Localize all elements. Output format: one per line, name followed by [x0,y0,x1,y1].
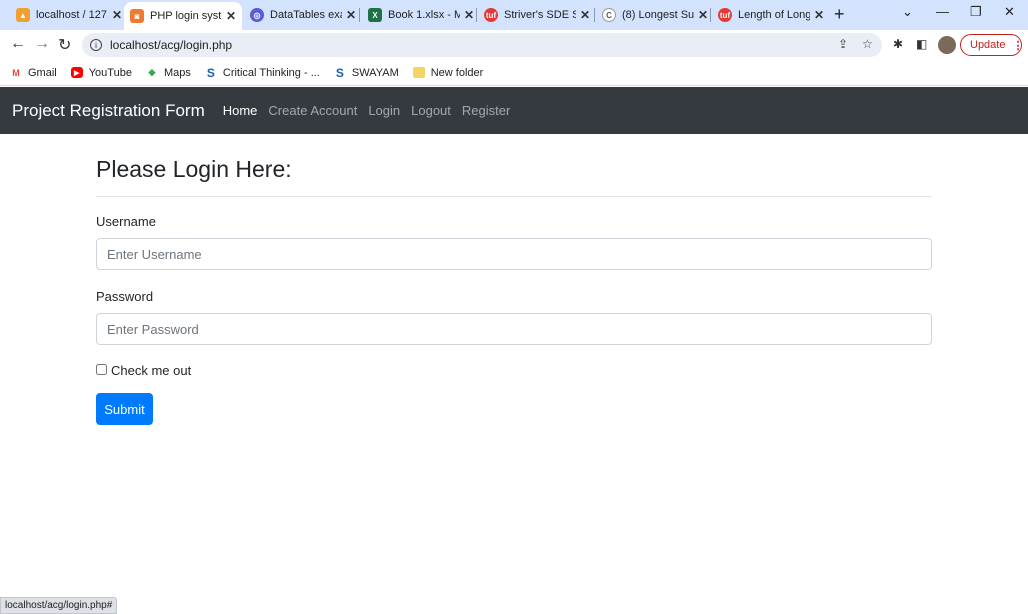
nav-link-home[interactable]: Home [223,103,258,118]
tab-strip: ▲ localhost / 127.0. ✕ ◙ PHP login syste… [0,0,1028,30]
youtube-icon: ▶ [70,67,83,78]
browser-toolbar: ← → ↻ i localhost/acg/login.php ⇪ ☆ ✱ ◧ … [0,30,1028,60]
nav-link-logout[interactable]: Logout [411,103,451,118]
page-title: Please Login Here: [96,156,292,182]
tab-title: DataTables examp [270,9,342,21]
update-label: Update [970,39,1006,51]
tab-search-icon[interactable]: ⌄ [902,4,913,20]
folder-icon [412,67,425,78]
tab-title: Book 1.xlsx - Mic [388,9,460,21]
tab-3[interactable]: X Book 1.xlsx - Mic ✕ [362,3,480,27]
swayam-icon: S [206,65,215,80]
bookmark-star-icon[interactable]: ☆ [862,37,873,51]
phpmyadmin-icon: ▲ [16,8,30,22]
tab-separator [359,8,360,22]
tab-separator [476,8,477,22]
bookmark-gmail[interactable]: M Gmail [10,66,57,79]
gmail-icon: M [12,67,20,78]
tab-6[interactable]: tuf Length of Longes ✕ [712,3,830,27]
bookmark-label: Critical Thinking - ... [222,66,320,79]
address-bar[interactable]: i localhost/acg/login.php [82,33,882,57]
restore-icon[interactable]: ❐ [970,4,982,20]
login-form: Please Login Here: Username Password Che… [96,134,932,425]
close-tab-icon[interactable]: ✕ [112,8,122,22]
back-icon[interactable]: ← [10,35,26,53]
close-tab-icon[interactable]: ✕ [698,8,708,22]
site-info-icon[interactable]: i [90,39,102,51]
username-label: Username [96,214,156,229]
tuf-icon: tuf [484,8,498,22]
tab-separator [594,8,595,22]
bookmark-maps[interactable]: ◆ Maps [146,67,191,79]
maps-icon: ◆ [148,67,156,77]
more-menu-icon: ⋮ [1012,39,1024,52]
bookmark-label: SWAYAM [351,66,399,79]
password-label: Password [96,289,154,304]
bookmark-label: YouTube [88,66,132,79]
tab-title: Length of Longes [738,9,810,21]
side-panel-icon[interactable]: ◧ [916,37,927,51]
divider [96,196,932,197]
forward-icon[interactable]: → [34,35,50,53]
tab-5[interactable]: C (8) Longest Subst ✕ [596,3,714,27]
excel-icon: X [368,8,382,22]
close-window-icon[interactable]: ✕ [1004,4,1015,20]
submit-button[interactable]: Submit [96,393,153,425]
url-text: localhost/acg/login.php [110,38,233,52]
bookmark-label: Maps [163,66,191,79]
share-icon[interactable]: ⇪ [838,37,848,51]
close-tab-icon[interactable]: ✕ [346,8,356,22]
tab-title: (8) Longest Subst [622,9,694,21]
check-me-out-row: Check me out [96,362,932,378]
bookmark-label: New folder [430,66,484,79]
nav-link-create-account[interactable]: Create Account [268,103,357,118]
bookmark-label: Gmail [28,66,57,79]
tab-title: localhost / 127.0. [36,9,108,21]
username-input[interactable] [96,238,932,270]
bookmark-critical-thinking[interactable]: S Critical Thinking - ... [205,65,320,80]
tab-separator [710,8,711,22]
close-tab-icon[interactable]: ✕ [580,8,590,22]
close-tab-icon[interactable]: ✕ [464,8,474,22]
tab-title: PHP login system [150,10,222,22]
update-button[interactable]: Update ⋮ [960,34,1024,56]
bookmark-new-folder[interactable]: New folder [412,66,484,79]
bookmarks-bar: M Gmail ▶ YouTube ◆ Maps S Critical Thin… [0,60,1028,86]
tab-0[interactable]: ▲ localhost / 127.0. ✕ [10,3,128,27]
navbar-brand[interactable]: Project Registration Form [12,101,205,121]
site-navbar: Project Registration Form Home Create Ac… [0,87,1028,134]
minimize-icon[interactable]: — [936,4,949,19]
nav-link-login[interactable]: Login [368,103,400,118]
leetcode-icon: C [602,8,616,22]
swayam-icon: S [335,65,344,80]
close-tab-icon[interactable]: ✕ [226,9,236,23]
check-me-out-checkbox[interactable] [96,363,107,375]
datatables-icon: ◎ [250,8,264,22]
tab-4[interactable]: tuf Striver's SDE Shee ✕ [478,3,596,27]
avatar[interactable] [938,36,956,54]
nav-link-register[interactable]: Register [462,103,510,118]
page-icon: ◙ [130,9,144,23]
tab-title: Striver's SDE Shee [504,9,576,21]
reload-icon[interactable]: ↻ [58,35,71,55]
new-tab-icon[interactable]: + [834,4,845,25]
tab-2[interactable]: ◎ DataTables examp ✕ [244,3,362,27]
bookmark-swayam[interactable]: S SWAYAM [334,65,399,80]
close-tab-icon[interactable]: ✕ [814,8,824,22]
extensions-icon[interactable]: ✱ [893,37,903,51]
password-input[interactable] [96,313,932,345]
tab-1[interactable]: ◙ PHP login system ✕ [124,2,243,30]
check-me-out-label[interactable]: Check me out [111,363,191,378]
tuf-icon: tuf [718,8,732,22]
bookmark-youtube[interactable]: ▶ YouTube [70,66,132,79]
status-bar-url: localhost/acg/login.php# [0,597,118,614]
